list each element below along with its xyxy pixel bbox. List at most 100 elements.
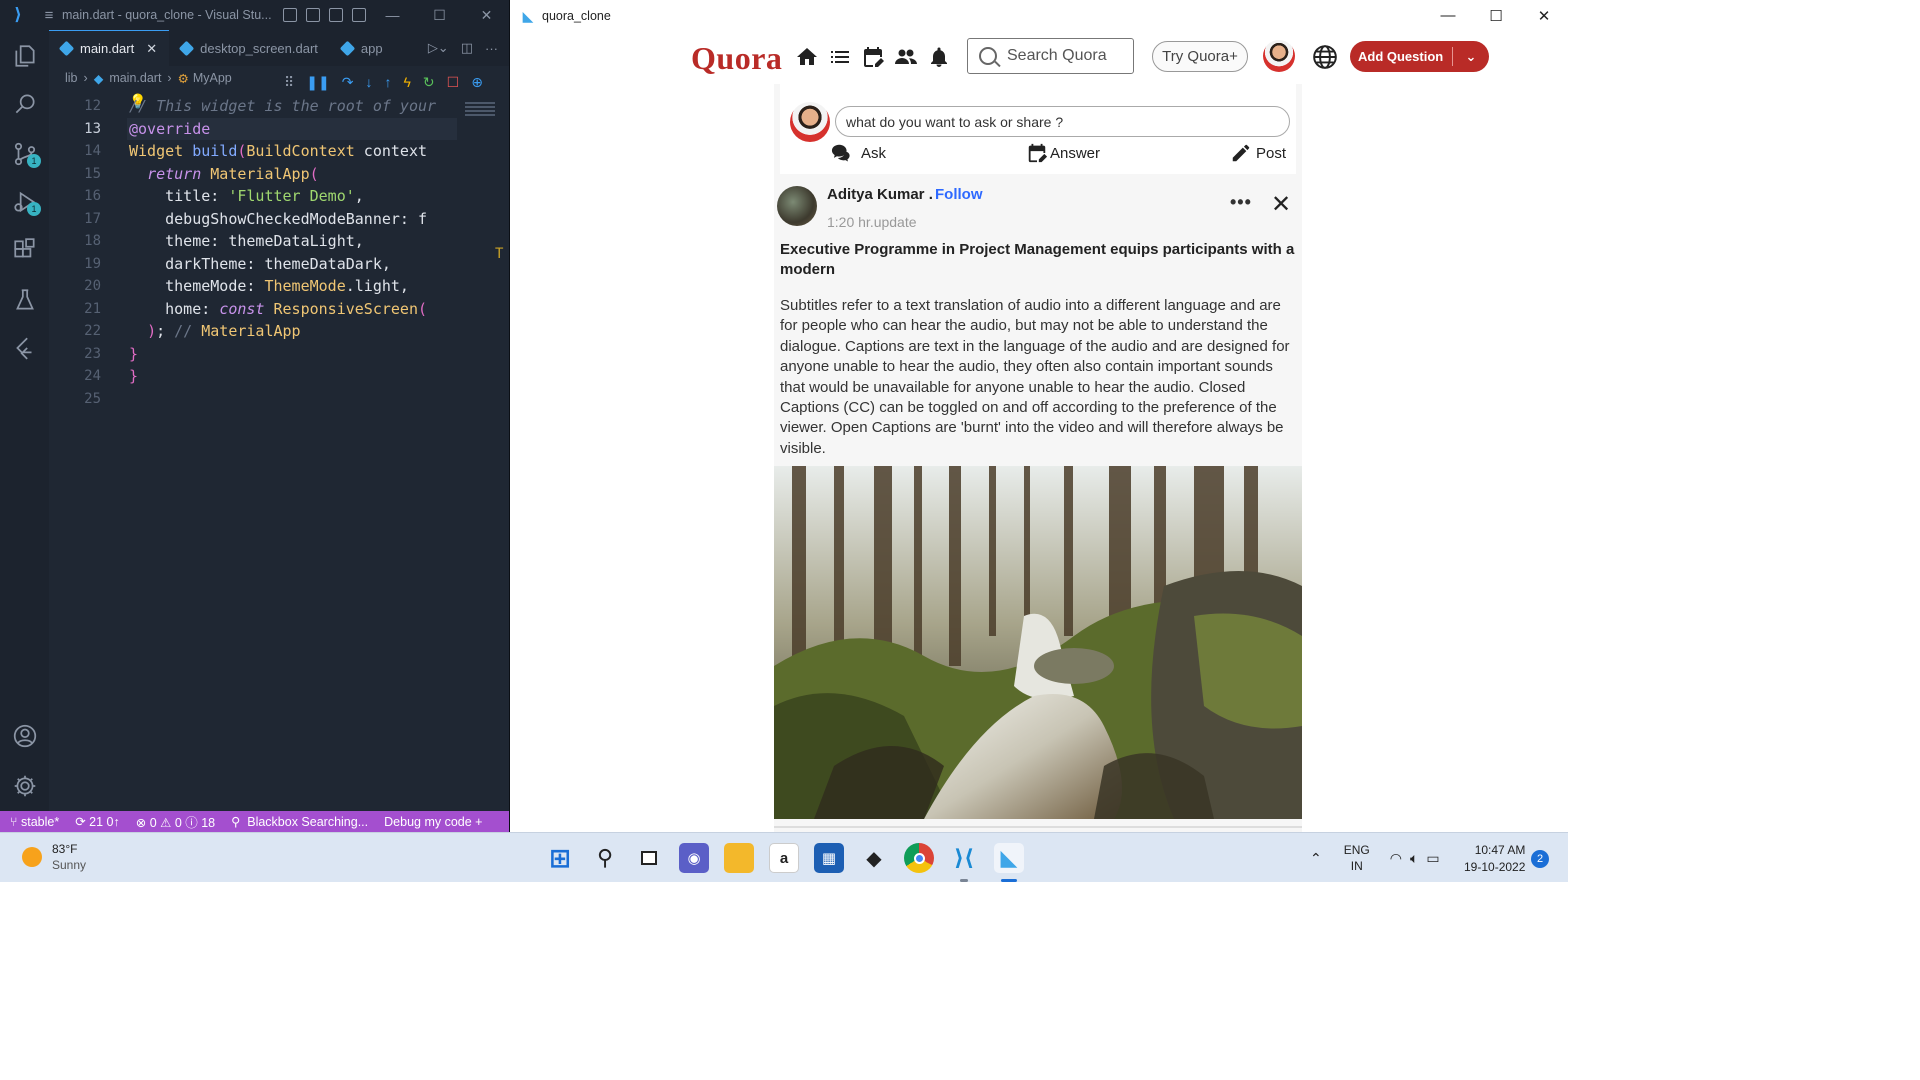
source-control-icon[interactable]: 1 [0, 134, 49, 174]
branch-status[interactable]: ⑂ stable* [10, 815, 59, 829]
code-line[interactable]: 22 ); // MaterialApp [49, 320, 509, 342]
avatar[interactable] [1263, 40, 1295, 72]
code-line[interactable]: 23} [49, 343, 509, 365]
app-close-button[interactable]: ✕ [1520, 7, 1568, 25]
search-box[interactable]: Search Quora [967, 38, 1134, 74]
accounts-icon[interactable] [0, 716, 49, 756]
ask-input[interactable]: what do you want to ask or share ? [835, 106, 1290, 137]
code-line[interactable]: 15 return MaterialApp( [49, 163, 509, 185]
post-author[interactable]: Aditya Kumar . [827, 186, 933, 203]
blackbox-status[interactable]: ⚲ Blackbox Searching... [231, 814, 368, 829]
code-line[interactable]: 12 // This widget is the root of your [49, 95, 509, 117]
code-line[interactable]: 16 title: 'Flutter Demo', [49, 185, 509, 207]
clock[interactable]: 10:47 AM 19-10-2022 [1464, 842, 1525, 876]
search-icon [979, 47, 997, 65]
try-quora-plus-button[interactable]: Try Quora+ [1152, 41, 1248, 72]
toggle-sidebar-icon[interactable] [283, 8, 297, 22]
flutter-icon[interactable] [0, 328, 49, 368]
task-view-icon[interactable] [634, 843, 664, 873]
home-icon[interactable] [795, 45, 819, 69]
dropbox-icon[interactable]: ◆ [859, 843, 889, 873]
tab-main-dart[interactable]: main.dart ✕ [49, 30, 170, 66]
tab-app[interactable]: app [330, 30, 383, 66]
step-out-icon[interactable]: ↑ [384, 75, 391, 89]
search-icon[interactable]: ⚲ [590, 843, 620, 873]
code-line[interactable]: 21 home: const ResponsiveScreen( [49, 298, 509, 320]
list-icon[interactable] [828, 45, 852, 69]
breadcrumb-item[interactable]: lib [65, 71, 78, 85]
hot-reload-icon[interactable]: ϟ [403, 75, 410, 89]
code-line[interactable]: 18 theme: themeDataLight, [49, 230, 509, 252]
add-question-button[interactable]: Add Question ⌄ [1350, 41, 1489, 72]
drag-handle-icon[interactable]: ⠿ [284, 75, 294, 89]
microsoft-store-icon[interactable]: ▦ [814, 843, 844, 873]
post-button[interactable]: Post [1230, 142, 1286, 164]
code-line[interactable]: 17 debugShowCheckedModeBanner: f [49, 208, 509, 230]
volume-icon[interactable]: 🔈︎ [1410, 850, 1418, 867]
more-options-icon[interactable]: ••• [1230, 192, 1252, 213]
more-actions-icon[interactable]: ··· [485, 41, 498, 56]
battery-icon[interactable]: ▭ [1426, 850, 1439, 867]
code-line[interactable]: 14 Widget build(BuildContext context [49, 140, 509, 162]
explorer-icon[interactable] [0, 36, 49, 76]
code-line[interactable]: 25 [49, 388, 509, 410]
menu-icon[interactable]: ≡ [36, 7, 62, 24]
people-icon[interactable] [894, 45, 918, 69]
restart-icon[interactable]: ↻ [423, 75, 435, 89]
amazon-icon[interactable]: a [769, 843, 799, 873]
code-line[interactable]: 13 @override [49, 118, 509, 140]
bell-icon[interactable] [927, 45, 951, 69]
app-maximize-button[interactable]: ☐ [1472, 7, 1520, 25]
debug-status[interactable]: Debug my code + [384, 815, 482, 829]
vscode-minimize-button[interactable]: — [369, 7, 416, 24]
chevron-up-icon[interactable]: ⌃ [1310, 850, 1322, 867]
answer-button[interactable]: Answer [1026, 142, 1100, 164]
customize-layout-icon[interactable] [352, 8, 366, 22]
file-explorer-icon[interactable] [724, 843, 754, 873]
step-over-icon[interactable]: ↷ [342, 75, 354, 89]
vscode-maximize-button[interactable]: ☐ [416, 7, 463, 24]
testing-icon[interactable] [0, 280, 49, 320]
flutter-icon[interactable]: ◣ [994, 843, 1024, 873]
code-line[interactable]: 20 themeMode: ThemeMode.light, [49, 275, 509, 297]
problems-status[interactable]: ⊗ 0 ⚠ 0 ⓘ 18 [136, 812, 215, 831]
chrome-icon[interactable] [904, 843, 934, 873]
language-indicator[interactable]: ENG IN [1344, 842, 1370, 874]
close-icon[interactable]: ✕ [1271, 190, 1291, 219]
toggle-secondary-sidebar-icon[interactable] [329, 8, 343, 22]
follow-button[interactable]: Follow [935, 186, 983, 203]
stop-icon[interactable]: ☐ [447, 75, 460, 89]
toggle-panel-icon[interactable] [306, 8, 320, 22]
quora-logo[interactable]: Quora [691, 40, 782, 77]
vscode-close-button[interactable]: ✕ [463, 7, 509, 24]
edit-calendar-icon[interactable] [861, 45, 885, 69]
code-line[interactable]: 24} [49, 365, 509, 387]
code-line[interactable]: 19 darkTheme: themeDataDark, [49, 253, 509, 275]
code-editor[interactable]: 💡 12// This widget is the root of your 13… [49, 94, 509, 811]
step-into-icon[interactable]: ↓ [365, 75, 372, 89]
pause-icon[interactable]: ❚❚ [306, 75, 329, 89]
globe-icon[interactable] [1312, 44, 1338, 70]
extensions-icon[interactable] [0, 230, 49, 270]
ask-button[interactable]: Ask [831, 142, 886, 164]
inspect-widget-icon[interactable]: ⊕ [471, 75, 483, 89]
windows-start-icon[interactable]: ⊞ [545, 843, 575, 873]
app-minimize-button[interactable]: — [1424, 7, 1472, 25]
sync-status[interactable]: ⟳ 21 0↑ [75, 814, 120, 829]
close-tab-icon[interactable]: ✕ [146, 41, 157, 57]
search-icon[interactable] [0, 84, 49, 124]
notification-badge[interactable]: 2 [1531, 850, 1549, 868]
run-debug-icon[interactable]: 1 [0, 182, 49, 222]
vscode-icon[interactable]: ⟩⟨ [949, 843, 979, 873]
settings-gear-icon[interactable] [0, 766, 49, 806]
wifi-icon[interactable]: ◠ [1390, 850, 1402, 867]
breadcrumb-item[interactable]: MyApp [193, 71, 232, 85]
teams-chat-icon[interactable]: ◉ [679, 843, 709, 873]
split-editor-icon[interactable]: ◫ [461, 40, 473, 56]
run-dropdown-icon[interactable]: ▷⌄ [428, 40, 449, 56]
chevron-down-icon[interactable]: ⌄ [1453, 49, 1489, 65]
author-avatar[interactable] [777, 186, 817, 226]
breadcrumb-item[interactable]: main.dart [109, 71, 161, 85]
tab-desktop-screen-dart[interactable]: desktop_screen.dart [169, 30, 330, 66]
weather-widget[interactable]: 83°F Sunny [22, 841, 86, 873]
